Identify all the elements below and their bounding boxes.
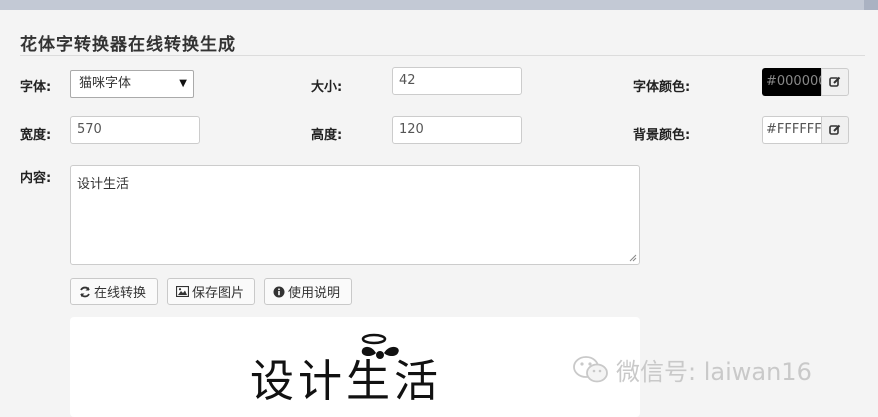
convert-button[interactable]: 在线转换 — [70, 278, 158, 305]
caret-down-icon: ▼ — [179, 78, 187, 89]
wechat-watermark: 微信号: laiwan16 — [572, 352, 812, 387]
edit-icon — [829, 124, 841, 135]
page-title: 花体字转换器在线转换生成 — [20, 35, 236, 55]
font-select-value: 猫咪字体 — [79, 76, 132, 91]
content-text: 设计生活 — [77, 177, 130, 192]
font-label: 字体: — [20, 80, 52, 95]
resize-grip-icon[interactable] — [629, 254, 637, 262]
image-icon — [176, 286, 189, 297]
convert-button-label: 在线转换 — [94, 286, 147, 301]
content-textarea[interactable]: 设计生活 — [70, 165, 640, 265]
width-label: 宽度: — [20, 128, 52, 143]
height-label: 高度: — [311, 128, 343, 143]
bg-color-input[interactable]: #FFFFFF — [762, 116, 822, 144]
top-bar — [0, 0, 878, 10]
info-icon — [273, 286, 285, 297]
size-input[interactable]: 42 — [392, 67, 522, 95]
width-input[interactable]: 570 — [70, 116, 200, 144]
font-color-picker-button[interactable] — [821, 68, 849, 96]
refresh-icon — [80, 286, 90, 297]
watermark-text: 微信号: laiwan16 — [616, 358, 812, 386]
size-label: 大小: — [311, 80, 343, 95]
content-label: 内容: — [20, 171, 52, 186]
top-bar-corner — [864, 0, 878, 10]
font-color-label: 字体颜色: — [633, 80, 691, 95]
help-button[interactable]: 使用说明 — [264, 278, 352, 305]
edit-icon — [829, 76, 841, 87]
bg-color-picker-button[interactable] — [821, 116, 849, 144]
help-button-label: 使用说明 — [288, 286, 341, 301]
font-color-input[interactable]: #000000 — [762, 68, 822, 96]
preview-text: 设计生活 — [250, 356, 442, 407]
bg-color-label: 背景颜色: — [633, 128, 691, 143]
save-image-button-label: 保存图片 — [192, 286, 245, 301]
font-select[interactable]: 猫咪字体 ▼ — [70, 70, 194, 98]
title-divider — [20, 55, 865, 56]
height-input[interactable]: 120 — [392, 116, 522, 144]
preview-canvas: 设计生活 — [70, 317, 640, 417]
save-image-button[interactable]: 保存图片 — [167, 278, 255, 305]
wechat-icon — [573, 355, 608, 382]
